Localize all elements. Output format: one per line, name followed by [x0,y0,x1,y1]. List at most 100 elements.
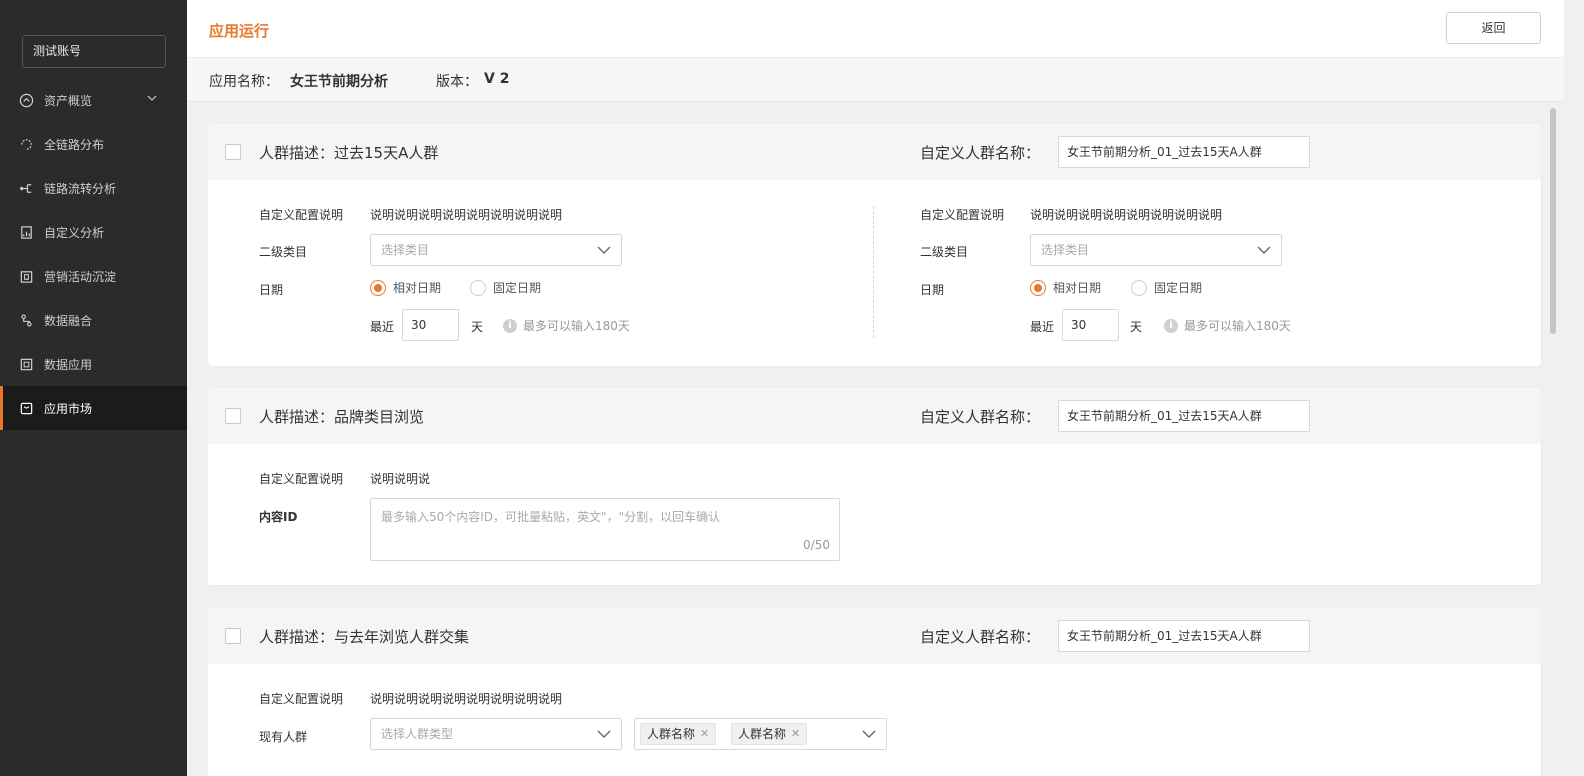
chevron-down-icon [597,730,611,738]
close-icon[interactable]: ✕ [791,724,800,744]
day-unit: 天 [1130,320,1143,334]
config-label: 自定义配置说明 [259,472,344,486]
category-select[interactable]: 选择类目 [370,234,622,266]
tag-label: 人群名称 [647,727,696,741]
crowd-type-placeholder: 选择人群类型 [381,727,454,741]
category-label: 二级类目 [259,245,308,259]
chevron-down-icon [1257,246,1271,254]
radio-dot [1131,279,1147,296]
sidebar-item-data-app[interactable]: 数据应用 [0,342,187,386]
tag-label: 人群名称 [738,727,787,741]
sidebar: 测试账号 资产概览 全链路分布 链路流转分析 自定义分析 营销活动沉淀 数据融合 [0,0,187,776]
page-title: 应用运行 [209,22,270,40]
config-label: 自定义配置说明 [920,208,1005,222]
recent-days-input[interactable]: 30 [402,309,459,341]
crowd-tag[interactable]: 人群名称 ✕ [731,723,808,745]
crowd-card: 人群描述：品牌类目浏览 自定义人群名称： 女王节前期分析_01_过去15天A人群… [208,388,1541,585]
custom-name-label: 自定义人群名称： [920,628,1041,646]
category-placeholder: 选择类目 [381,243,430,257]
radio-dot [1030,279,1046,296]
char-counter: 0/50 [803,538,830,552]
crowd-checkbox[interactable] [225,144,241,160]
sidebar-item-custom-analysis[interactable]: 自定义分析 [0,210,187,254]
config-label: 自定义配置说明 [259,208,344,222]
scrollbar[interactable] [1550,108,1556,334]
card-header: 人群描述：品牌类目浏览 自定义人群名称： 女王节前期分析_01_过去15天A人群 [208,388,1541,444]
config-value: 说明说明说明说明说明说明说明说明 [1030,208,1223,222]
sidebar-item-asset-overview[interactable]: 资产概览 [0,78,187,122]
chevron-down-icon [597,246,611,254]
config-value: 说明说明说明说明说明说明说明说明 [370,208,563,222]
close-icon[interactable]: ✕ [700,724,709,744]
max-days-hint: i 最多可以输入180天 [503,317,630,334]
dashboard-icon [18,92,34,108]
config-value: 说明说明说 [370,472,431,486]
radio-fixed-date[interactable]: 固定日期 [470,279,541,296]
flow-icon [18,180,34,196]
sidebar-item-full-link[interactable]: 全链路分布 [0,122,187,166]
crowd-checkbox[interactable] [225,628,241,644]
custom-name-input[interactable]: 女王节前期分析_01_过去15天A人群 [1058,136,1310,168]
sidebar-item-label: 自定义分析 [44,225,105,240]
crowd-description: 人群描述：过去15天A人群 [259,144,439,162]
existing-crowd-label: 现有人群 [259,730,308,744]
app-name-label: 应用名称： [209,74,279,90]
app-info-bar: 应用名称： 女王节前期分析 版本： V 2 [187,58,1564,102]
loop-icon [18,136,34,152]
recent-days-input[interactable]: 30 [1062,309,1119,341]
campaign-icon [18,268,34,284]
radio-relative-date[interactable]: 相对日期 [370,279,441,296]
custom-name-input[interactable]: 女王节前期分析_01_过去15天A人群 [1058,620,1310,652]
card-header: 人群描述：与去年浏览人群交集 自定义人群名称： 女王节前期分析_01_过去15天… [208,608,1541,664]
category-label: 二级类目 [920,245,969,259]
crowd-description: 人群描述：品牌类目浏览 [259,408,425,426]
sidebar-item-label: 营销活动沉淀 [44,269,117,284]
market-icon [18,400,34,416]
content-id-textarea[interactable]: 最多输入50个内容ID，可批量粘贴，英文"，"分割，以回车确认 0/50 [370,498,840,561]
info-icon: i [1164,318,1178,333]
radio-label: 固定日期 [493,281,542,295]
version-label: 版本： [436,74,478,90]
category-placeholder: 选择类目 [1041,243,1090,257]
sidebar-item-campaign[interactable]: 营销活动沉淀 [0,254,187,298]
sidebar-item-link-flow[interactable]: 链路流转分析 [0,166,187,210]
report-icon [18,224,34,240]
custom-name-label: 自定义人群名称： [920,408,1041,426]
chevron-down-icon [147,95,157,101]
max-days-hint: i 最多可以输入180天 [1164,317,1291,334]
column-divider [873,206,874,338]
info-icon: i [503,318,517,333]
account-selector[interactable]: 测试账号 [22,35,166,68]
crowd-checkbox[interactable] [225,408,241,424]
sidebar-item-app-market[interactable]: 应用市场 [0,386,187,430]
category-select[interactable]: 选择类目 [1030,234,1282,266]
hint-text: 最多可以输入180天 [523,319,630,333]
recent-label: 最近 [370,320,395,334]
hint-text: 最多可以输入180天 [1184,319,1291,333]
date-label: 日期 [259,283,284,297]
sidebar-item-data-merge[interactable]: 数据融合 [0,298,187,342]
back-button[interactable]: 返回 [1446,12,1541,44]
merge-icon [18,312,34,328]
date-label: 日期 [920,283,945,297]
radio-fixed-date[interactable]: 固定日期 [1131,279,1202,296]
sidebar-item-label: 资产概览 [44,93,93,108]
sidebar-item-label: 数据应用 [44,357,93,372]
radio-relative-date[interactable]: 相对日期 [1030,279,1101,296]
radio-label: 固定日期 [1154,281,1203,295]
crowd-tag[interactable]: 人群名称 ✕ [640,723,717,745]
recent-label: 最近 [1030,320,1055,334]
sidebar-item-label: 链路流转分析 [44,181,117,196]
crowd-type-select[interactable]: 选择人群类型 [370,718,622,750]
custom-name-input[interactable]: 女王节前期分析_01_过去15天A人群 [1058,400,1310,432]
day-unit: 天 [471,320,484,334]
radio-dot [370,279,386,296]
crowd-name-multiselect[interactable]: 人群名称 ✕ 人群名称 ✕ [634,718,887,750]
config-value: 说明说明说明说明说明说明说明说明 [370,692,563,706]
main-content: 人群描述：过去15天A人群 自定义人群名称： 女王节前期分析_01_过去15天A… [187,102,1564,776]
header: 应用运行 返回 [187,0,1564,58]
crowd-description: 人群描述：与去年浏览人群交集 [259,628,470,646]
sidebar-item-label: 应用市场 [44,401,93,416]
data-app-icon [18,356,34,372]
radio-dot [470,279,486,296]
